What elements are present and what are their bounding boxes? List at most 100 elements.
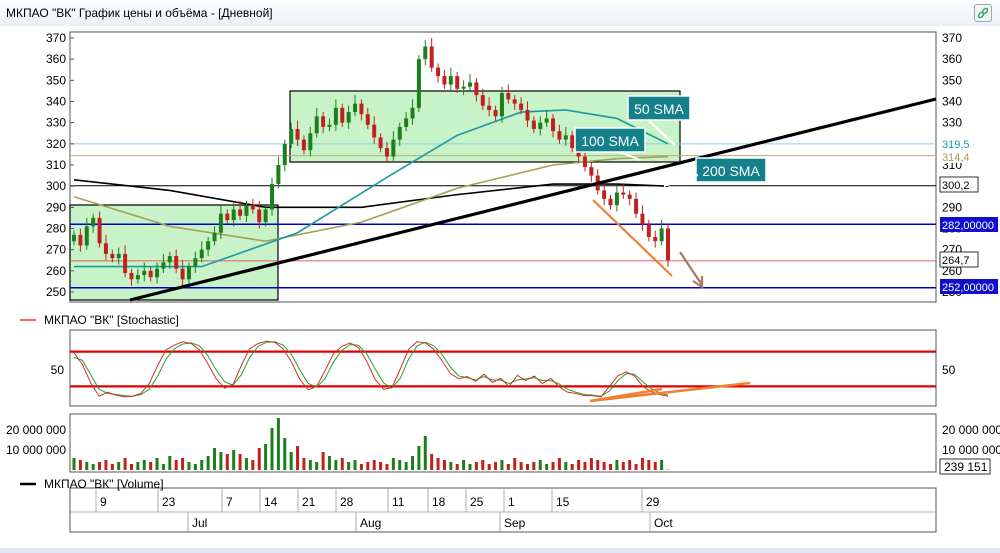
candle-body <box>557 131 561 139</box>
candle-body <box>238 209 242 215</box>
candle-body <box>666 229 670 261</box>
volume-bar <box>564 462 567 470</box>
volume-bar <box>583 462 586 470</box>
candle-body <box>589 167 593 175</box>
candle-body <box>315 116 319 133</box>
candle-body <box>91 218 95 226</box>
volume-bar <box>475 462 478 470</box>
candle-body <box>449 76 453 84</box>
window-title: МКПАО "ВК" График цены и объёма - [Дневн… <box>6 6 273 20</box>
volume-bar <box>290 452 293 470</box>
price-right-tick: 290 <box>942 200 962 214</box>
candle-body <box>296 129 300 140</box>
volume-bar <box>385 464 388 470</box>
candle-body <box>564 135 568 139</box>
candle-body <box>653 237 657 241</box>
volume-bar <box>315 462 318 470</box>
volume-bar <box>341 458 344 470</box>
candle-body <box>423 46 427 59</box>
volume-bar <box>462 460 465 470</box>
candle-body <box>494 110 498 116</box>
window-titlebar: МКПАО "ВК" График цены и объёма - [Дневн… <box>0 0 1000 27</box>
last-volume-label: 239 151 <box>944 460 988 474</box>
volume-bar <box>424 436 427 470</box>
candle-body <box>149 271 153 277</box>
volume-left-tick-10m: 10 000 000 <box>6 443 66 457</box>
volume-bar <box>334 460 337 470</box>
volume-bar <box>104 460 107 470</box>
candle-body <box>206 241 210 249</box>
candle-body <box>640 214 644 225</box>
volume-bar <box>181 458 184 470</box>
stochastic-panel-frame <box>70 330 936 406</box>
volume-bar <box>232 450 235 470</box>
date-tick-label: 9 <box>100 495 107 509</box>
candle-body <box>155 269 159 277</box>
candle-body <box>225 214 229 220</box>
candle-body <box>455 76 459 89</box>
volume-bar <box>660 460 663 470</box>
price-right-tick: 340 <box>942 95 962 109</box>
candle-body <box>347 112 351 123</box>
candle-body <box>609 199 613 205</box>
volume-bar <box>360 464 363 470</box>
label-282: 282,00000 <box>942 220 994 232</box>
candle-body <box>219 214 223 233</box>
stochastic-legend: МКПАО "ВК" [Stochastic] <box>44 313 179 327</box>
month-label: Aug <box>360 516 381 530</box>
sma100-label: 100 SMA <box>581 133 639 149</box>
volume-bar <box>539 460 542 470</box>
volume-bar <box>309 460 312 470</box>
volume-right-tick-20m: 20 000 000 <box>942 423 1000 437</box>
candle-body <box>391 140 395 157</box>
volume-bar <box>590 458 593 470</box>
price-right-tick: 330 <box>942 116 962 130</box>
candle-body <box>615 193 619 206</box>
volume-bar <box>609 464 612 470</box>
price-left-tick: 350 <box>46 73 66 87</box>
volume-bar <box>417 446 420 470</box>
volume-bar <box>500 460 503 470</box>
candle-body <box>468 82 472 86</box>
volume-bar <box>641 458 644 470</box>
sma50-label: 50 SMA <box>634 101 684 117</box>
date-tick-label: 29 <box>646 495 660 509</box>
volume-bar <box>398 460 401 470</box>
volume-bar <box>283 438 286 470</box>
stochastic-left-tick: 50 <box>51 363 65 377</box>
chart-svg[interactable]: 50 SMA 100 SMA 200 SMA 25026027028029030… <box>0 26 1000 548</box>
volume-bar <box>162 464 165 470</box>
volume-bar <box>571 464 574 470</box>
candle-body <box>302 140 306 151</box>
volume-bar <box>558 458 561 470</box>
chart-area[interactable]: 50 SMA 100 SMA 200 SMA 25026027028029030… <box>0 26 1000 548</box>
price-left-tick: 340 <box>46 95 66 109</box>
candle-body <box>551 118 555 131</box>
volume-bar <box>92 464 95 470</box>
candle-body <box>538 123 542 129</box>
date-tick-label: 23 <box>162 495 176 509</box>
volume-bar <box>488 464 491 470</box>
volume-bar <box>481 460 484 470</box>
candle-body <box>372 125 376 138</box>
volume-bar <box>532 462 535 470</box>
candle-body <box>174 256 178 269</box>
link-icon[interactable] <box>974 4 992 22</box>
price-left-tick: 320 <box>46 137 66 151</box>
volume-bar <box>251 460 254 470</box>
candle-body <box>264 209 268 222</box>
label-319-5: 319,5 <box>942 139 970 151</box>
volume-bar <box>271 428 274 470</box>
candle-body <box>168 256 172 262</box>
date-tick-label: 11 <box>392 495 405 509</box>
candle-body <box>193 258 197 266</box>
volume-bar <box>520 462 523 470</box>
volume-bar <box>85 462 88 470</box>
volume-bar <box>302 458 305 470</box>
date-tick-label: 1 <box>508 495 515 509</box>
candle-body <box>462 87 466 89</box>
month-label: Sep <box>504 516 526 530</box>
candle-body <box>104 243 108 254</box>
volume-bar <box>194 464 197 470</box>
stochastic-right-tick: 50 <box>942 363 956 377</box>
